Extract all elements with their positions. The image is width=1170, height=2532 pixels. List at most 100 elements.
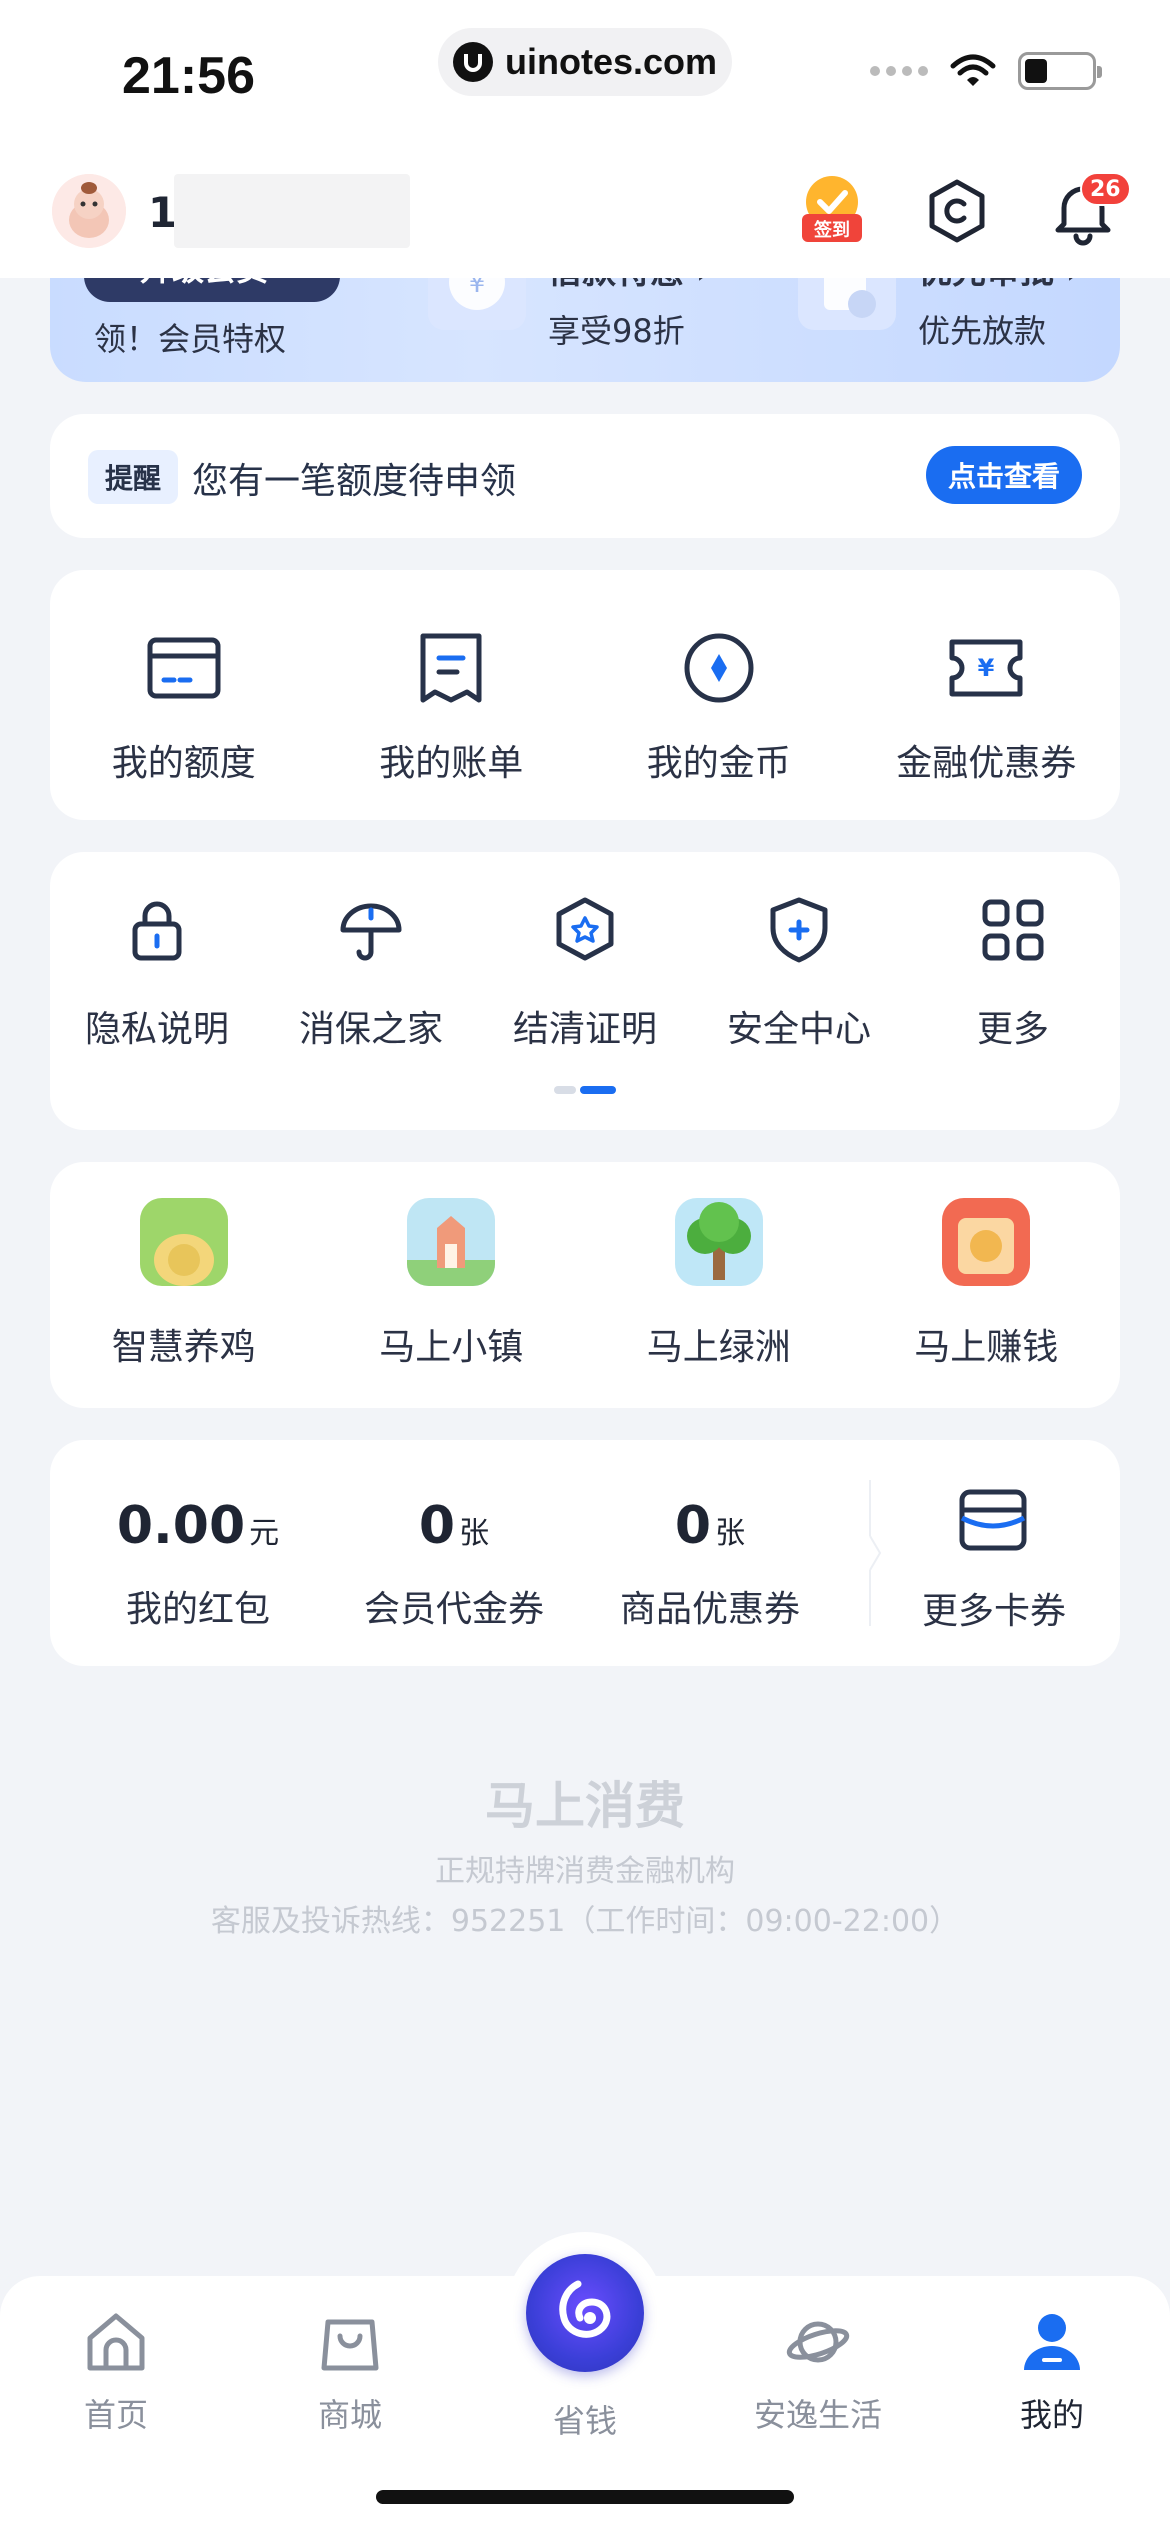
home-indicator [376,2490,794,2504]
oasis-tree-icon [674,1198,763,1286]
url-pill: uinotes.com [438,28,732,96]
game-town[interactable]: 马上小镇 [318,1162,586,1408]
grid-item-label: 我的金币 [646,743,791,784]
service-grid: 隐私说明 消保之家 结清证明 安全中心 更多 [50,852,1120,1130]
ticket-icon: ¥ [949,639,1023,697]
tab-label: 首页 [83,2396,148,2434]
more-coupons-label[interactable]: 更多卡券 [910,1582,1078,1634]
checkin-label: 签到 [814,220,850,241]
red-packet-item[interactable]: 0.00 元 我的红包 [50,1440,346,1666]
game-label: 马上小镇 [379,1327,524,1368]
tab-home[interactable]: 首页 [26,2306,206,2436]
signal-icon [870,66,928,76]
credit-card-icon [147,637,221,699]
tab-mall[interactable]: 商城 [260,2306,440,2436]
svg-text:¥: ¥ [978,654,995,682]
grid-item-my-credit[interactable]: 我的额度 [50,570,318,820]
grid-item-finance-coupons[interactable]: ¥ 金融优惠券 [853,570,1121,820]
profile-header: 1 签到 26 [0,170,1170,278]
avatar[interactable] [52,174,126,248]
grid-item-label: 我的账单 [379,743,524,784]
loan-discount-sub: 享受98折 [548,312,685,350]
battery-icon [1018,52,1102,90]
home-icon [87,2313,145,2371]
brand-hotline: 客服及投诉热线：952251（工作时间：09:00-22:00） [210,1904,960,1939]
checkin-button[interactable]: 签到 [796,172,868,244]
profile-icon [1024,2314,1080,2370]
reminder-card: 提醒 您有一笔额度待申领 点击查看 [50,414,1120,538]
wifi-icon [950,54,996,86]
grid-item-consumer-protection[interactable]: 消保之家 [264,852,478,1130]
grid-item-label: 金融优惠券 [896,743,1077,784]
grid-item-label: 安全中心 [726,1009,871,1050]
notification-badge: 26 [1080,172,1131,206]
game-label: 马上赚钱 [914,1327,1059,1368]
member-voucher-item[interactable]: 0张 会员代金券 [306,1440,602,1666]
top-header: 21:56 uinotes.com 1 签到 26 [0,0,1170,278]
grid-item-my-bill[interactable]: 我的账单 [318,570,586,820]
red-packet-value: 0.00 [116,1496,246,1556]
red-packet-label: 我的红包 [125,1589,270,1630]
bill-icon [420,633,482,703]
game-oasis[interactable]: 马上绿洲 [585,1162,853,1408]
tab-mine[interactable]: 我的 [962,2306,1142,2436]
page-indicator [554,1086,616,1094]
earn-money-icon [942,1198,1031,1286]
save-money-button[interactable] [526,2254,644,2372]
divider-arrow [869,1480,882,1626]
reminder-tag: 提醒 [88,450,178,504]
view-details-button[interactable]: 点击查看 [926,446,1082,504]
tab-label: 省钱 [552,2402,617,2440]
red-packet-unit: 元 [249,1516,280,1551]
more-grid-icon [982,899,1044,961]
smart-chicken-icon [139,1198,228,1286]
tab-label: 商城 [317,2396,382,2434]
goods-coupon-unit: 张 [715,1516,746,1551]
member-voucher-label: 会员代金券 [363,1589,544,1630]
grid-item-more[interactable]: 更多 [906,852,1120,1130]
goods-coupon-label: 商品优惠券 [619,1589,800,1630]
finance-grid: 我的额度 我的账单 我的金币 ¥ 金融优惠券 [50,570,1120,820]
coupons-card: 0.00 元 我的红包 0张 会员代金券 0张 商品优惠券 更多卡券 [50,1440,1120,1666]
shield-icon [770,897,828,963]
grid-item-privacy[interactable]: 隐私说明 [50,852,264,1130]
game-label: 智慧养鸡 [111,1327,256,1368]
badge-icon [556,897,614,961]
brand-name: 马上消费 [485,1777,685,1835]
reminder-text: 您有一笔额度待申领 [192,461,517,502]
games-section: 智慧养鸡 马上小镇 马上绿洲 马上赚钱 [50,1162,1120,1408]
game-earn-money[interactable]: 马上赚钱 [853,1162,1121,1408]
grid-item-label: 结清证明 [512,1009,657,1050]
umbrella-icon [340,903,402,961]
wallet-icon[interactable] [958,1488,1028,1552]
goods-coupon-item[interactable]: 0张 商品优惠券 [562,1440,858,1666]
game-label: 马上绿洲 [646,1327,791,1368]
status-icons [870,52,1102,90]
member-voucher-unit: 张 [459,1516,490,1551]
masked-name [174,174,410,248]
planet-icon [786,2321,850,2363]
grid-item-label: 更多 [976,1009,1049,1050]
grid-item-my-coins[interactable]: 我的金币 [585,570,853,820]
member-privilege-text: 领！会员特权 [94,320,287,358]
bag-icon [321,2319,379,2371]
url-text: uinotes.com [504,41,718,82]
priority-approval-sub: 优先放款 [918,312,1047,350]
tab-label: 安逸生活 [753,2396,882,2434]
coin-icon [684,633,754,703]
site-logo-icon [452,42,493,82]
user-name: 1 [148,188,178,237]
save-money-icon [559,2280,611,2338]
town-icon [407,1198,496,1286]
grid-item-label: 我的额度 [111,743,256,784]
member-voucher-value: 0 [418,1496,456,1556]
grid-item-security-center[interactable]: 安全中心 [692,852,906,1130]
grid-item-label: 消保之家 [298,1009,443,1050]
game-smart-chicken[interactable]: 智慧养鸡 [50,1162,318,1408]
tab-easy-life[interactable]: 安逸生活 [728,2306,908,2436]
grid-item-label: 隐私说明 [84,1009,229,1050]
brand-subtitle: 正规持牌消费金融机构 [435,1854,735,1889]
goods-coupon-value: 0 [674,1496,712,1556]
scan-icon[interactable] [924,178,990,244]
lock-icon [132,901,182,961]
